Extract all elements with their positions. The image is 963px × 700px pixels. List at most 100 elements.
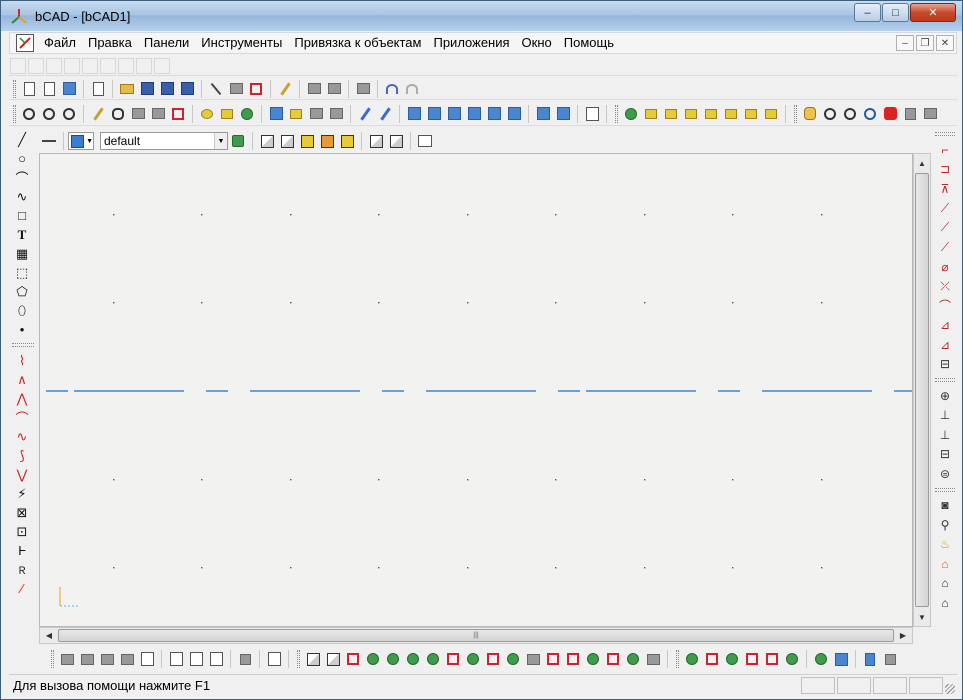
shape-icon[interactable] <box>444 650 462 668</box>
wedge-icon[interactable] <box>344 650 362 668</box>
maximize-button[interactable]: □ <box>882 3 909 22</box>
view-icon[interactable] <box>129 105 147 123</box>
scroll-up-icon[interactable]: ▲ <box>914 155 930 171</box>
horizontal-scroll-thumb[interactable]: ||| <box>58 629 894 642</box>
color-picker[interactable]: ▼ <box>68 132 94 150</box>
ellipse-tool-icon[interactable]: ⬯ <box>12 301 32 320</box>
array-icon[interactable] <box>118 650 136 668</box>
close-button[interactable]: ✕ <box>910 3 956 22</box>
circle-tool-icon[interactable]: ○ <box>12 149 32 168</box>
vertical-scroll-thumb[interactable] <box>915 173 929 607</box>
toolbar-grip[interactable] <box>676 650 679 668</box>
redo-icon[interactable] <box>403 80 421 98</box>
box-solid-icon[interactable] <box>304 650 322 668</box>
align-2-icon[interactable] <box>78 650 96 668</box>
layer-select[interactable]: default ▼ <box>100 132 228 150</box>
stop-icon[interactable] <box>881 105 899 123</box>
edit-tool-icon[interactable]: Ⱶ <box>12 541 32 560</box>
horizontal-scrollbar[interactable]: ◀ ||| ▶ <box>39 627 913 644</box>
panel-grip[interactable] <box>935 132 955 136</box>
boolean-union-icon[interactable] <box>683 650 701 668</box>
boolean-6-icon[interactable] <box>783 650 801 668</box>
dots-grid-icon[interactable] <box>236 650 254 668</box>
render-4-icon[interactable] <box>682 105 700 123</box>
dimension-tool-icon[interactable]: ⟋ <box>935 218 955 238</box>
scroll-right-icon[interactable]: ▶ <box>895 628 911 643</box>
select-box-icon[interactable] <box>247 80 265 98</box>
render-7-icon[interactable] <box>742 105 760 123</box>
split-view-icon[interactable] <box>583 105 601 123</box>
view-top-icon[interactable] <box>485 105 503 123</box>
open-icon[interactable] <box>118 80 136 98</box>
view-icon-2[interactable] <box>149 105 167 123</box>
hidden-line-icon[interactable] <box>278 132 296 150</box>
view-left-icon[interactable] <box>445 105 463 123</box>
menu-help[interactable]: Помощь <box>558 33 620 53</box>
edit-tool-icon[interactable]: ⊡ <box>12 522 32 541</box>
section-icon[interactable] <box>812 650 830 668</box>
torus-icon[interactable] <box>404 650 422 668</box>
edit-tool-icon[interactable]: Ｒ <box>12 560 32 579</box>
wireframe-icon[interactable] <box>258 132 276 150</box>
3d-tool-icon[interactable]: ⊥ <box>935 425 955 445</box>
toolbar-grip[interactable] <box>13 79 16 98</box>
smile-icon[interactable] <box>198 105 216 123</box>
lamp-icon[interactable]: ♨ <box>935 535 955 555</box>
toolbar-grip[interactable] <box>13 104 16 123</box>
document-icon[interactable] <box>16 34 34 52</box>
menu-panels[interactable]: Панели <box>138 33 195 53</box>
title-bar[interactable]: bCAD - [bCAD1] – □ ✕ <box>1 1 962 31</box>
resize-grip[interactable] <box>945 684 955 694</box>
sweep-icon[interactable] <box>504 650 522 668</box>
3d-tool-icon[interactable]: ⊥ <box>935 406 955 426</box>
dimension-tool-icon[interactable]: ⊐ <box>935 160 955 180</box>
drawing-canvas[interactable] <box>39 153 913 627</box>
scroll-left-icon[interactable]: ◀ <box>41 628 57 643</box>
scene-icon[interactable]: ⌂ <box>935 593 955 613</box>
toolbar-grip[interactable] <box>297 650 300 668</box>
dimension-tool-icon[interactable]: ⤫ <box>935 277 955 297</box>
scene-icon[interactable]: ⌂ <box>935 574 955 594</box>
list-icon[interactable] <box>89 80 107 98</box>
render-mode-icon[interactable] <box>338 132 356 150</box>
mdi-close-button[interactable]: ✕ <box>936 35 954 51</box>
select-frame-2-icon[interactable] <box>187 650 205 668</box>
mirror-icon[interactable] <box>98 650 116 668</box>
pencil-icon[interactable] <box>89 105 107 123</box>
render-6-icon[interactable] <box>722 105 740 123</box>
pipe-icon[interactable] <box>604 650 622 668</box>
toolbar-grip[interactable] <box>51 650 54 668</box>
boolean-4-icon[interactable] <box>743 650 761 668</box>
select-frame-icon[interactable] <box>167 650 185 668</box>
panel-grip[interactable] <box>12 343 34 347</box>
shaded-icon[interactable] <box>298 132 316 150</box>
hammer-icon[interactable] <box>901 105 919 123</box>
view-iso-2-icon[interactable] <box>554 105 572 123</box>
eraser-icon[interactable] <box>276 80 294 98</box>
new-page-icon[interactable] <box>40 80 58 98</box>
pyramid-icon[interactable] <box>324 650 342 668</box>
align-icon[interactable] <box>58 650 76 668</box>
polygon-tool-icon[interactable]: ⬠ <box>12 282 32 301</box>
edit-tool-icon[interactable]: ⋁ <box>12 465 32 484</box>
dimension-tool-icon[interactable]: ⌐ <box>935 140 955 160</box>
sphere-icon[interactable] <box>364 650 382 668</box>
edit-tool-icon[interactable]: ⌒ <box>12 408 32 427</box>
rotate-icon[interactable] <box>861 105 879 123</box>
minimize-button[interactable]: – <box>854 3 881 22</box>
edit-tool-icon[interactable]: ⌇ <box>12 351 32 370</box>
measure-icon[interactable] <box>169 105 187 123</box>
cut-icon[interactable] <box>227 80 245 98</box>
hatch-tool-icon[interactable]: ▦ <box>12 244 32 263</box>
rectangle-tool-icon[interactable]: □ <box>12 206 32 225</box>
copy-icon[interactable] <box>305 80 323 98</box>
edit-tool-icon[interactable]: ⋀ <box>12 389 32 408</box>
edit-tool-icon[interactable]: ⁄ <box>12 579 32 598</box>
menu-edit[interactable]: Правка <box>82 33 138 53</box>
save-icon[interactable] <box>138 80 156 98</box>
render-5-icon[interactable] <box>702 105 720 123</box>
twist-icon[interactable] <box>564 650 582 668</box>
section-2-icon[interactable] <box>832 650 850 668</box>
group-icon[interactable] <box>138 650 156 668</box>
frame-icon[interactable] <box>307 105 325 123</box>
